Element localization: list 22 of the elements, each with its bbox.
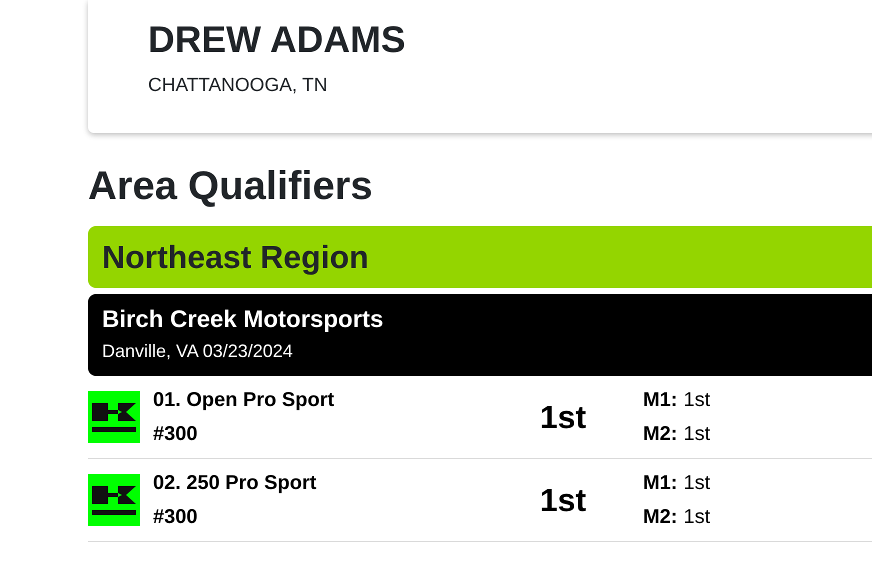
rider-name: DREW ADAMS	[148, 18, 407, 62]
moto-label: M1:	[643, 388, 678, 412]
k-emblem-icon	[88, 391, 140, 443]
class-name: 01. Open Pro Sport	[153, 388, 336, 412]
moto-result: 1st	[683, 505, 710, 529]
event-details: Danville, VA 03/23/2024	[102, 340, 294, 362]
overall-place: 1st	[538, 398, 588, 437]
moto-label: M2:	[643, 422, 678, 446]
k-emblem-icon	[88, 474, 140, 526]
moto-result: 1st	[683, 388, 710, 412]
event-name: Birch Creek Motorsports	[102, 306, 384, 334]
class-name: 02. 250 Pro Sport	[153, 471, 318, 495]
moto-result: 1st	[683, 422, 710, 446]
moto-result: 1st	[683, 471, 710, 495]
moto-label: M2:	[643, 505, 678, 529]
overall-place: 1st	[538, 481, 588, 520]
rider-number: #300	[153, 422, 198, 446]
moto-label: M1:	[643, 471, 678, 495]
section-heading: Area Qualifiers	[88, 163, 374, 209]
rider-number: #300	[153, 505, 198, 529]
rider-location: CHATTANOOGA, TN	[148, 74, 328, 98]
region-title: Northeast Region	[102, 238, 369, 277]
